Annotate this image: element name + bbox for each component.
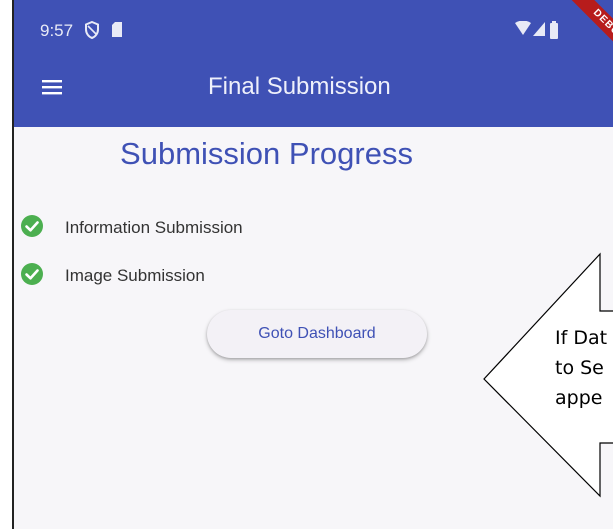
wifi-icon bbox=[514, 20, 532, 42]
app-bar: 9:57 DEBUG Final Submission bbox=[14, 0, 613, 127]
check-circle-icon bbox=[20, 214, 44, 243]
battery-icon bbox=[549, 21, 559, 44]
progress-step-information: Information Submission bbox=[20, 214, 243, 243]
sim-card-icon bbox=[111, 21, 123, 43]
step-label: Information Submission bbox=[65, 218, 243, 237]
page-title: Submission Progress bbox=[120, 136, 413, 171]
app-bar-title: Final Submission bbox=[208, 73, 391, 100]
step-label: Image Submission bbox=[65, 266, 205, 285]
status-bar: 9:57 bbox=[14, 0, 613, 60]
phone-screen: 9:57 DEBUG Final Submission Submission P… bbox=[12, 0, 613, 529]
shield-icon bbox=[84, 20, 100, 44]
callout-text-line: If Dat bbox=[555, 327, 608, 349]
debug-banner: DEBUG bbox=[563, 0, 613, 60]
status-time: 9:57 bbox=[40, 21, 74, 40]
signal-icon bbox=[532, 21, 546, 42]
goto-dashboard-button[interactable]: Goto Dashboard bbox=[207, 310, 427, 358]
progress-step-image: Image Submission bbox=[20, 262, 205, 291]
check-circle-icon bbox=[20, 262, 44, 291]
hamburger-menu-icon[interactable] bbox=[42, 79, 62, 100]
callout-text-line: appe bbox=[555, 387, 603, 409]
callout-text-line: to Se bbox=[555, 357, 604, 379]
